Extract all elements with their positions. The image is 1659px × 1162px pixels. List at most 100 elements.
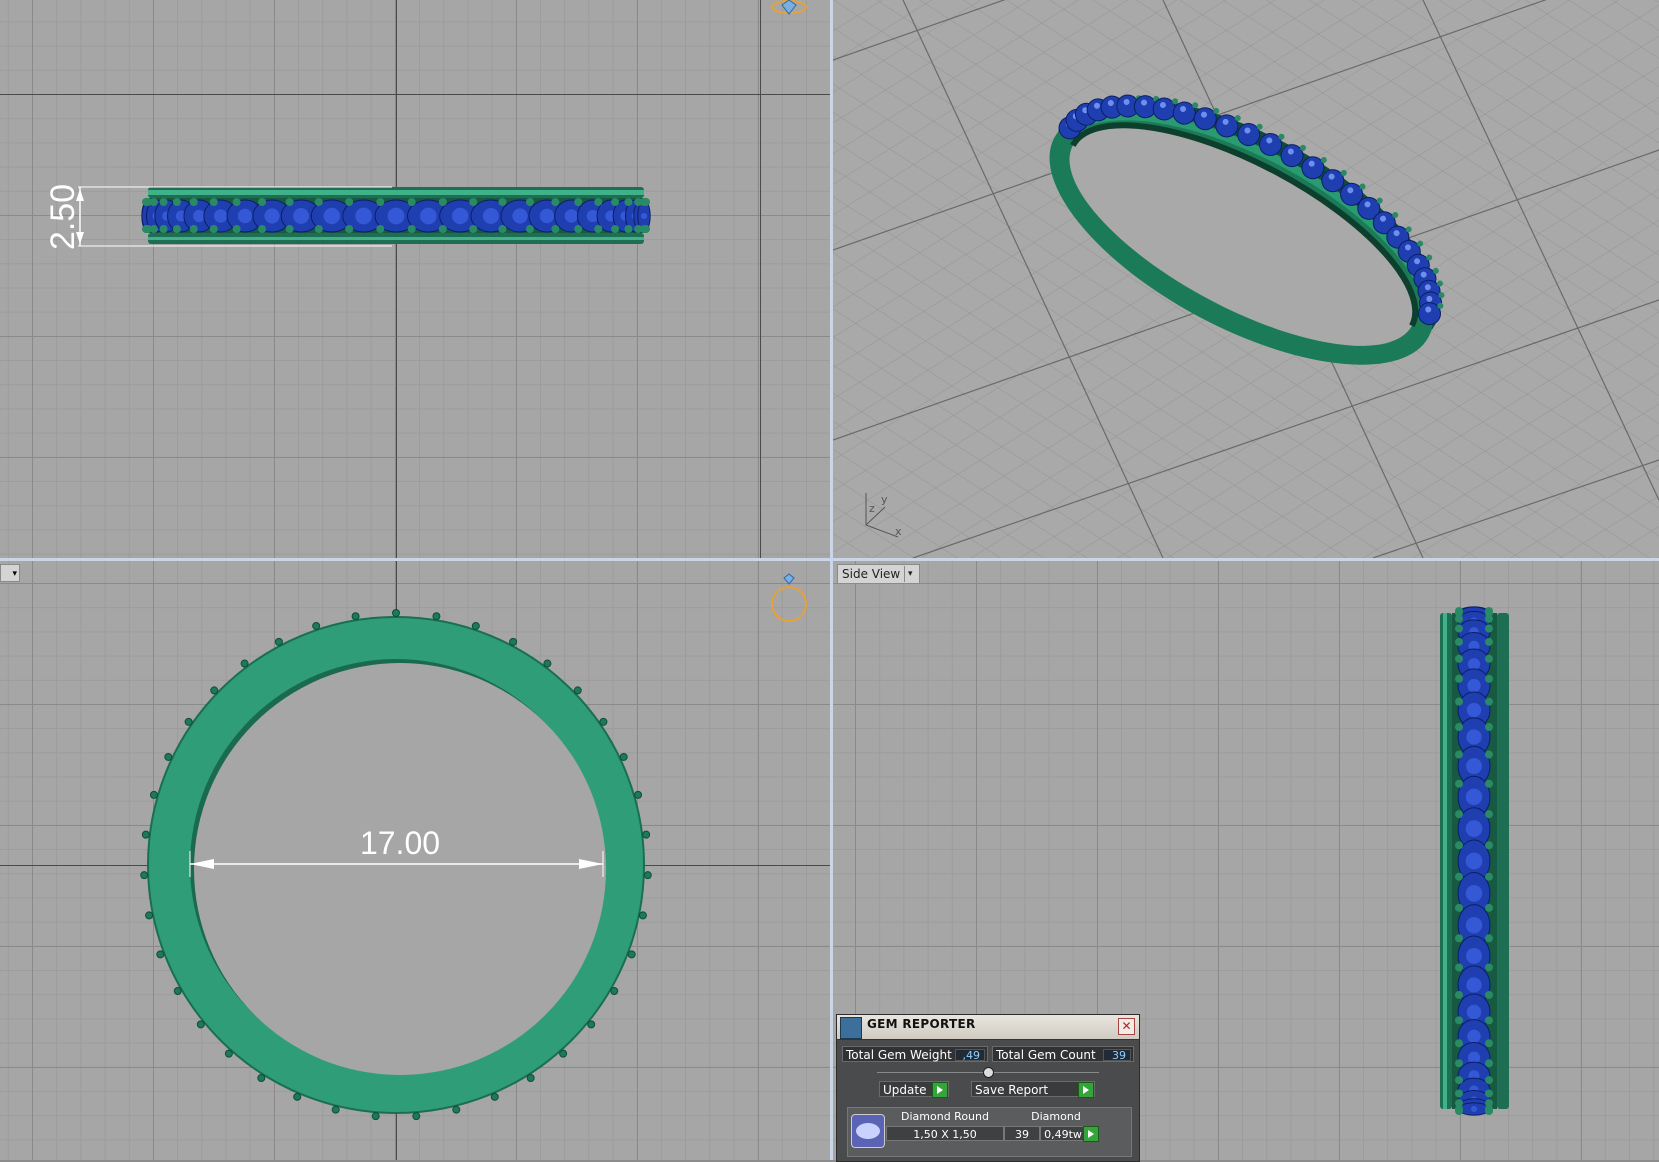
gem-thumbnail-icon[interactable]	[851, 1114, 885, 1148]
prong	[140, 871, 149, 880]
prong	[634, 790, 643, 799]
prong	[209, 198, 218, 206]
prong	[1455, 1107, 1463, 1115]
gem-facet	[482, 208, 499, 224]
prong	[1455, 697, 1463, 706]
prong	[594, 198, 603, 206]
prong	[1455, 841, 1463, 850]
gem-facet	[641, 213, 647, 219]
prong	[407, 198, 416, 206]
prong	[1455, 1016, 1463, 1025]
prong	[184, 717, 193, 726]
prong	[209, 225, 218, 233]
prong	[643, 871, 652, 880]
gem-column-side	[1455, 606, 1493, 1116]
prong	[469, 198, 478, 206]
prong	[1455, 674, 1463, 683]
gem-facet	[512, 208, 528, 224]
prong	[312, 621, 321, 630]
total-gem-weight-field: Total Gem Weight ,49	[842, 1046, 988, 1062]
prong	[172, 198, 181, 206]
gem-facet	[237, 208, 253, 224]
prong	[624, 198, 633, 206]
prong	[432, 612, 441, 621]
prong	[1485, 697, 1493, 706]
prong	[1485, 934, 1493, 943]
prong	[141, 830, 150, 839]
gem-facet	[1467, 678, 1481, 693]
prong	[525, 225, 534, 233]
prong	[1455, 637, 1463, 646]
prong	[376, 225, 385, 233]
prong	[1455, 723, 1463, 732]
prong	[642, 225, 650, 233]
prong	[587, 1020, 596, 1029]
prong	[1455, 934, 1463, 943]
prong	[526, 1073, 535, 1082]
gem-facet	[1467, 1029, 1481, 1044]
gem-reporter-title: GEM REPORTER	[867, 1017, 976, 1031]
prong	[1485, 674, 1493, 683]
prong	[149, 790, 158, 799]
prong	[642, 198, 650, 206]
prong	[210, 686, 219, 695]
axis-x-letter: x	[895, 525, 902, 538]
prong	[1455, 779, 1463, 788]
prong	[498, 198, 507, 206]
gem-facet	[451, 207, 469, 225]
prong	[1485, 614, 1493, 623]
gem-facet	[264, 208, 280, 224]
prong	[638, 911, 647, 920]
prong	[624, 225, 633, 233]
gem-facet	[323, 207, 341, 225]
viewport-top[interactable]: ▾ 17.00	[0, 561, 830, 1160]
total-gem-count-value[interactable]: 39	[1103, 1049, 1131, 1062]
prong	[525, 198, 534, 206]
gem-facet	[1466, 947, 1482, 964]
play-icon[interactable]	[932, 1082, 948, 1098]
prong	[351, 612, 360, 621]
view-cube-icon[interactable]	[771, 0, 807, 15]
prong	[189, 225, 198, 233]
gem-reporter-titlebar[interactable]: GEM REPORTER ✕	[837, 1015, 1139, 1040]
prong	[1485, 654, 1493, 663]
total-gem-count-field: Total Gem Count 39	[992, 1046, 1134, 1062]
play-icon[interactable]	[1078, 1082, 1094, 1098]
gem-facet	[564, 209, 579, 223]
prong	[490, 1092, 499, 1101]
prong	[509, 637, 518, 646]
gem-facet	[1465, 788, 1483, 806]
prong	[314, 198, 323, 206]
gem-facet	[1465, 916, 1483, 934]
viewport-perspective[interactable]: y z x	[833, 0, 1659, 558]
prong	[164, 752, 173, 761]
gem-count-cell: 39	[1004, 1126, 1040, 1141]
prong	[1485, 841, 1493, 850]
prong	[599, 717, 608, 726]
gem-facet	[293, 208, 310, 224]
prong	[371, 1112, 380, 1121]
viewport-divider-vertical[interactable]	[830, 0, 833, 1160]
prong	[1455, 614, 1463, 623]
front-view-drawing	[76, 0, 807, 247]
axis-z-letter: z	[869, 502, 875, 515]
prong	[1455, 1039, 1463, 1048]
gem-facet	[387, 207, 405, 225]
viewport-divider-horizontal[interactable]	[0, 558, 1659, 561]
save-report-button[interactable]: Save Report	[971, 1081, 1095, 1098]
play-icon[interactable]	[1083, 1126, 1099, 1142]
gem-facet	[355, 207, 372, 225]
close-icon[interactable]: ✕	[1118, 1018, 1135, 1035]
slider-handle[interactable]	[983, 1067, 994, 1078]
update-button[interactable]: Update	[879, 1081, 949, 1098]
total-gem-weight-value[interactable]: ,49	[955, 1049, 985, 1062]
prong	[1455, 990, 1463, 999]
viewport-front[interactable]: 2.50	[0, 0, 830, 558]
gem-row-front	[141, 198, 651, 233]
prong	[1455, 1089, 1463, 1098]
prong	[1455, 810, 1463, 819]
prong	[172, 225, 181, 233]
view-cube-icon[interactable]	[771, 573, 807, 622]
gem-table: Diamond Round Diamond 1,50 X 1,50 39 0,4…	[847, 1107, 1132, 1157]
prong	[258, 225, 267, 233]
